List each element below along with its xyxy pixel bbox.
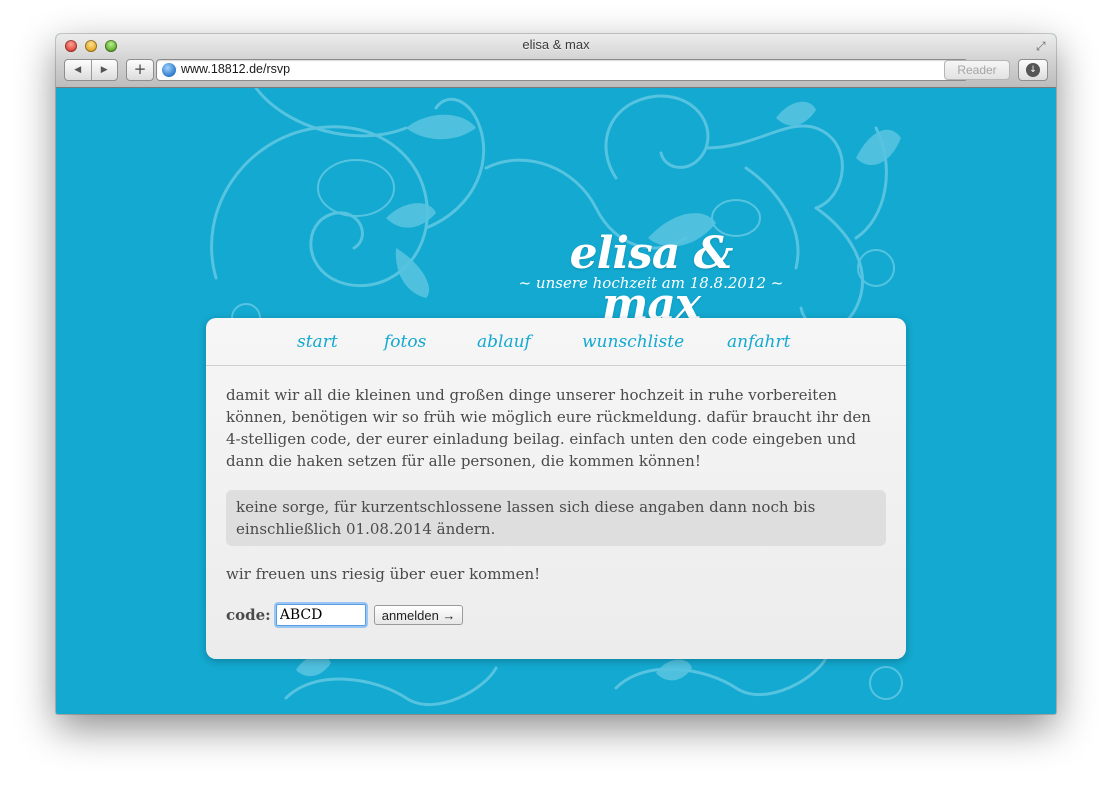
reader-button[interactable]: Reader: [944, 60, 1010, 80]
history-buttons: ◀ ▶: [64, 59, 118, 81]
downloads-button[interactable]: ↓: [1018, 59, 1048, 81]
nav-link-anfahrt[interactable]: anfahrt: [727, 332, 790, 352]
forward-button[interactable]: ▶: [90, 60, 118, 80]
rsvp-intro: damit wir all die kleinen und großen din…: [226, 384, 886, 472]
nav-link-start[interactable]: start: [297, 332, 338, 352]
back-button[interactable]: ◀: [65, 60, 91, 80]
code-input[interactable]: [275, 604, 366, 626]
url-text[interactable]: www.18812.de/rsvp: [181, 62, 290, 76]
code-label: code:: [226, 606, 271, 624]
window-title: elisa & max: [522, 37, 590, 52]
nav-link-ablauf[interactable]: ablauf: [477, 332, 531, 352]
nav-link-fotos[interactable]: fotos: [384, 332, 426, 352]
browser-window: elisa & max ⤢ ◀ ▶ + www.18812.de/rsvp ↻ …: [56, 34, 1056, 714]
back-arrow-icon: ◀: [74, 65, 82, 75]
address-bar[interactable]: www.18812.de/rsvp ↻: [156, 59, 968, 81]
deadline-note: keine sorge, für kurzentschlossene lasse…: [226, 490, 886, 546]
content-card: start fotos ablauf wunschliste anfahrt d…: [206, 318, 906, 659]
site-subtitle: ~ unsere hochzeit am 18.8.2012 ~: [518, 274, 784, 292]
fullscreen-icon[interactable]: ⤢: [1036, 39, 1050, 53]
intro-paragraph: damit wir all die kleinen und großen din…: [226, 386, 871, 470]
code-form: code: anmelden →: [226, 603, 464, 627]
nav-link-wunschliste[interactable]: wunschliste: [582, 332, 684, 352]
globe-icon: [162, 63, 176, 77]
login-button[interactable]: anmelden →: [373, 605, 464, 625]
thanks-text: wir freuen uns riesig über euer kommen!: [226, 565, 541, 583]
plus-icon: +: [133, 60, 147, 78]
main-nav: start fotos ablauf wunschliste anfahrt: [206, 318, 906, 366]
add-bookmark-button[interactable]: +: [126, 59, 154, 81]
web-page: elisa & max ~ unsere hochzeit am 18.8.20…: [56, 88, 1056, 714]
download-icon: ↓: [1026, 63, 1040, 77]
browser-toolbar: elisa & max ⤢ ◀ ▶ + www.18812.de/rsvp ↻ …: [56, 34, 1056, 88]
forward-arrow-icon: ▶: [100, 65, 108, 75]
